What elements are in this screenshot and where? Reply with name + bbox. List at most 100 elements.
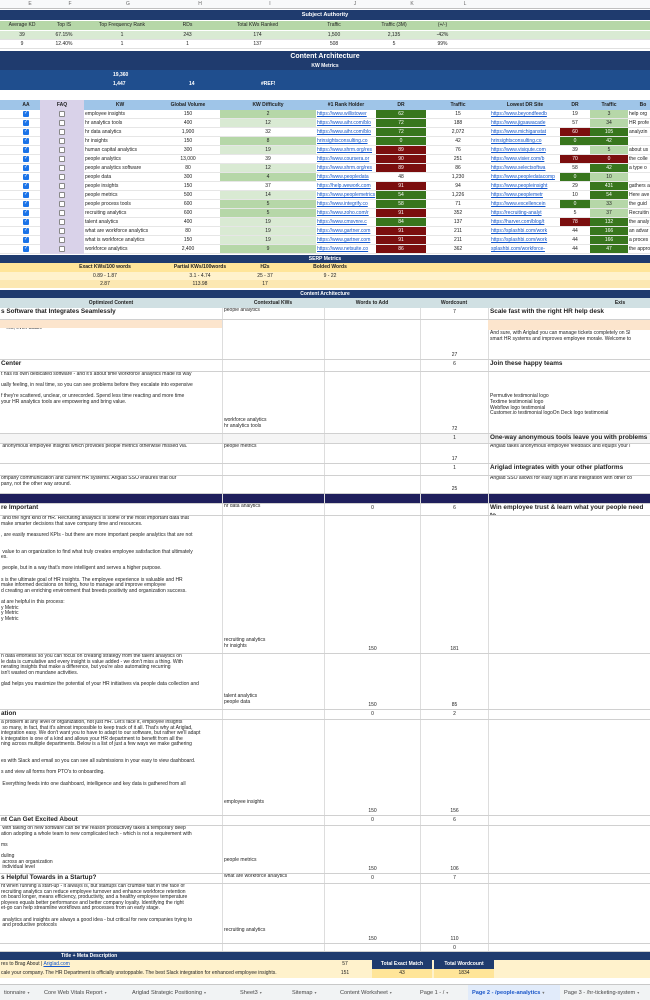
faq-checkbox[interactable] [59,165,65,171]
lowest-dr-site-link[interactable]: https://harver.com/blog/t [490,218,560,226]
subject-authority-title: Subject Authority [0,10,650,20]
rank-holder-link[interactable]: https://www.gartner.com [316,227,376,235]
lowest-dr-site-link[interactable]: https://www.michiganstat [490,128,560,136]
volume-cell: 80 [185,165,191,171]
faq-checkbox[interactable] [59,120,65,126]
wordcount-cell: 85 [420,654,488,709]
words-to-add-cell [324,372,420,433]
lowest-dr-site-link[interactable]: https://www.peoplemetr [490,191,560,199]
aa-checkbox[interactable] [23,191,29,198]
sheet-tab[interactable]: Content Worksheet ▾ [336,985,416,1000]
sheet-tab[interactable]: tionnaire ▾ [0,985,40,1000]
kw-table-header-cell: Traffic [450,102,466,108]
sheet-tab[interactable]: Page 3 - /hr-ticketing-system ▾ [560,985,650,1000]
aa-checkbox[interactable] [23,218,29,225]
rank-holder-link[interactable]: https://www.zoho.com/r [316,209,376,217]
kw-metrics-label: KW Metrics [311,63,339,69]
sheet-tab-label: Page 2 - /people-analytics [472,990,541,996]
kw-table-row: hr data analytics 1,900 32https://www.aihr… [0,128,650,137]
aa-checkbox[interactable] [23,164,29,171]
kw-total-b: 14 [189,81,195,87]
rank-holder-link[interactable]: https://www.cmsvnre.c [316,218,376,226]
faq-checkbox[interactable] [59,147,65,153]
faq-checkbox[interactable] [59,192,65,198]
volume-cell: 2,400 [181,246,195,252]
faq-checkbox[interactable] [59,228,65,234]
rank-holder-link[interactable]: https://www.aihr.com/blo [316,119,376,127]
lowest-dr-site-link[interactable]: https://www.peopleinsight [490,182,560,190]
aa-checkbox[interactable] [23,110,29,117]
rank-holder-link[interactable]: https://www.shrm.org/res [316,164,376,172]
faq-checkbox[interactable] [59,183,65,189]
serp-metrics-header: Bolded Words [313,264,347,270]
faq-checkbox[interactable] [59,219,65,225]
contextual-kws-cell: what are workforce analytics [222,874,324,883]
title-link[interactable]: Ariglad.com [43,961,69,967]
lowest-dr-site-link[interactable]: https://www.beyondfeedb [490,110,560,118]
rank-holder-link[interactable]: https://www.peopledata [316,173,376,181]
kd-cell: 9 [220,245,316,253]
rank-holder-link[interactable]: https://www.integrify.co [316,200,376,208]
subject-authority-cell: 99% [437,41,448,47]
dr2-cell: 57 [560,119,590,127]
rank-holder-link[interactable]: https://help.wework.com [316,182,376,190]
column-letter: H [198,1,202,7]
rank-holder-link[interactable]: https://www.coursera.or [316,155,376,163]
lowest-dr-site-link[interactable]: https://www.selectsoftwa [490,164,560,172]
rank-holder-link[interactable]: https://www.aihr.com/blo [316,128,376,136]
faq-checkbox[interactable] [59,129,65,135]
aa-checkbox[interactable] [23,137,29,144]
aa-checkbox[interactable] [23,200,29,207]
contextual-kws-cell: recruiting analytics [222,884,324,943]
lowest-dr-site-link[interactable]: hrinsightsconsulting.co [490,137,560,145]
faq-checkbox[interactable] [59,210,65,216]
sheet-tab[interactable]: Page 1 - / ▾ [416,985,468,1000]
lowest-dr-site-link[interactable]: https://splashbi.com/work [490,227,560,235]
sheet-tab[interactable]: Page 2 - /people-analytics ▾ [468,985,560,1000]
lowest-dr-site-link[interactable]: https://www.jigsawacade [490,119,560,127]
faq-checkbox[interactable] [59,246,65,252]
rank-holder-link[interactable]: https://www.shrm.org/res [316,146,376,154]
lowest-dr-site-link[interactable]: https://recruiting-analyt [490,209,560,217]
sheet-tab[interactable]: Core Web Vitals Report ▾ [40,985,128,1000]
rank-holder-link[interactable]: https://www.peoplemetrics [316,191,376,199]
rank-holder-link[interactable]: https://www.gartner.com [316,236,376,244]
kw-table-header-cell: Bo [639,102,647,108]
aa-checkbox[interactable] [23,128,29,135]
lowest-dr-site-link[interactable]: https://www.excellencein [490,200,560,208]
aa-checkbox[interactable] [23,182,29,189]
faq-checkbox[interactable] [59,237,65,243]
sheet-tab[interactable]: Ariglad Strategic Positioning ▾ [128,985,236,1000]
aa-checkbox[interactable] [23,173,29,180]
aa-checkbox[interactable] [23,245,29,252]
faq-checkbox[interactable] [59,174,65,180]
chevron-down-icon: ▾ [104,990,107,995]
rank-holder-link[interactable]: https://www.netsuite.co [316,245,376,253]
column-letter: I [269,1,271,7]
aa-checkbox[interactable] [23,155,29,162]
faq-checkbox[interactable] [59,111,65,117]
kw-table-row: people metrics50014https://www.peoplemet… [0,191,650,200]
wordcount-cell: 25 [420,476,488,493]
faq-checkbox[interactable] [59,156,65,162]
faq-checkbox[interactable] [59,138,65,144]
lowest-dr-site-link[interactable]: splashbi.com/workforce- [490,245,560,253]
aa-checkbox[interactable] [23,146,29,153]
lowest-dr-site-link[interactable]: https://www.visier.com/b [490,155,560,163]
sheet-tab[interactable]: Sitemap ▾ [288,985,336,1000]
content-block-row: s Helpful Towards in a Startup? what are … [0,874,650,884]
kw-table-row: human capital analytics30019https://www.… [0,146,650,155]
subject-authority-header: Average KD [8,22,36,28]
faq-checkbox[interactable] [59,201,65,207]
lowest-dr-site-link[interactable]: https://splashbi.com/work [490,236,560,244]
aa-checkbox[interactable] [23,119,29,126]
kw-table-row: recruiting analytics6005https://www.zoho… [0,209,650,218]
aa-checkbox[interactable] [23,227,29,234]
rank-holder-link[interactable]: https://www.willistower [316,110,376,118]
sheet-tab[interactable]: Sheet3 ▾ [236,985,288,1000]
lowest-dr-site-link[interactable]: https://www.peopledatacomp [490,173,560,181]
lowest-dr-site-link[interactable]: https://www.visiqute.com [490,146,560,154]
aa-checkbox[interactable] [23,236,29,243]
aa-checkbox[interactable] [23,209,29,216]
rank-holder-link[interactable]: hrinsightsconsulting.co [316,137,376,145]
